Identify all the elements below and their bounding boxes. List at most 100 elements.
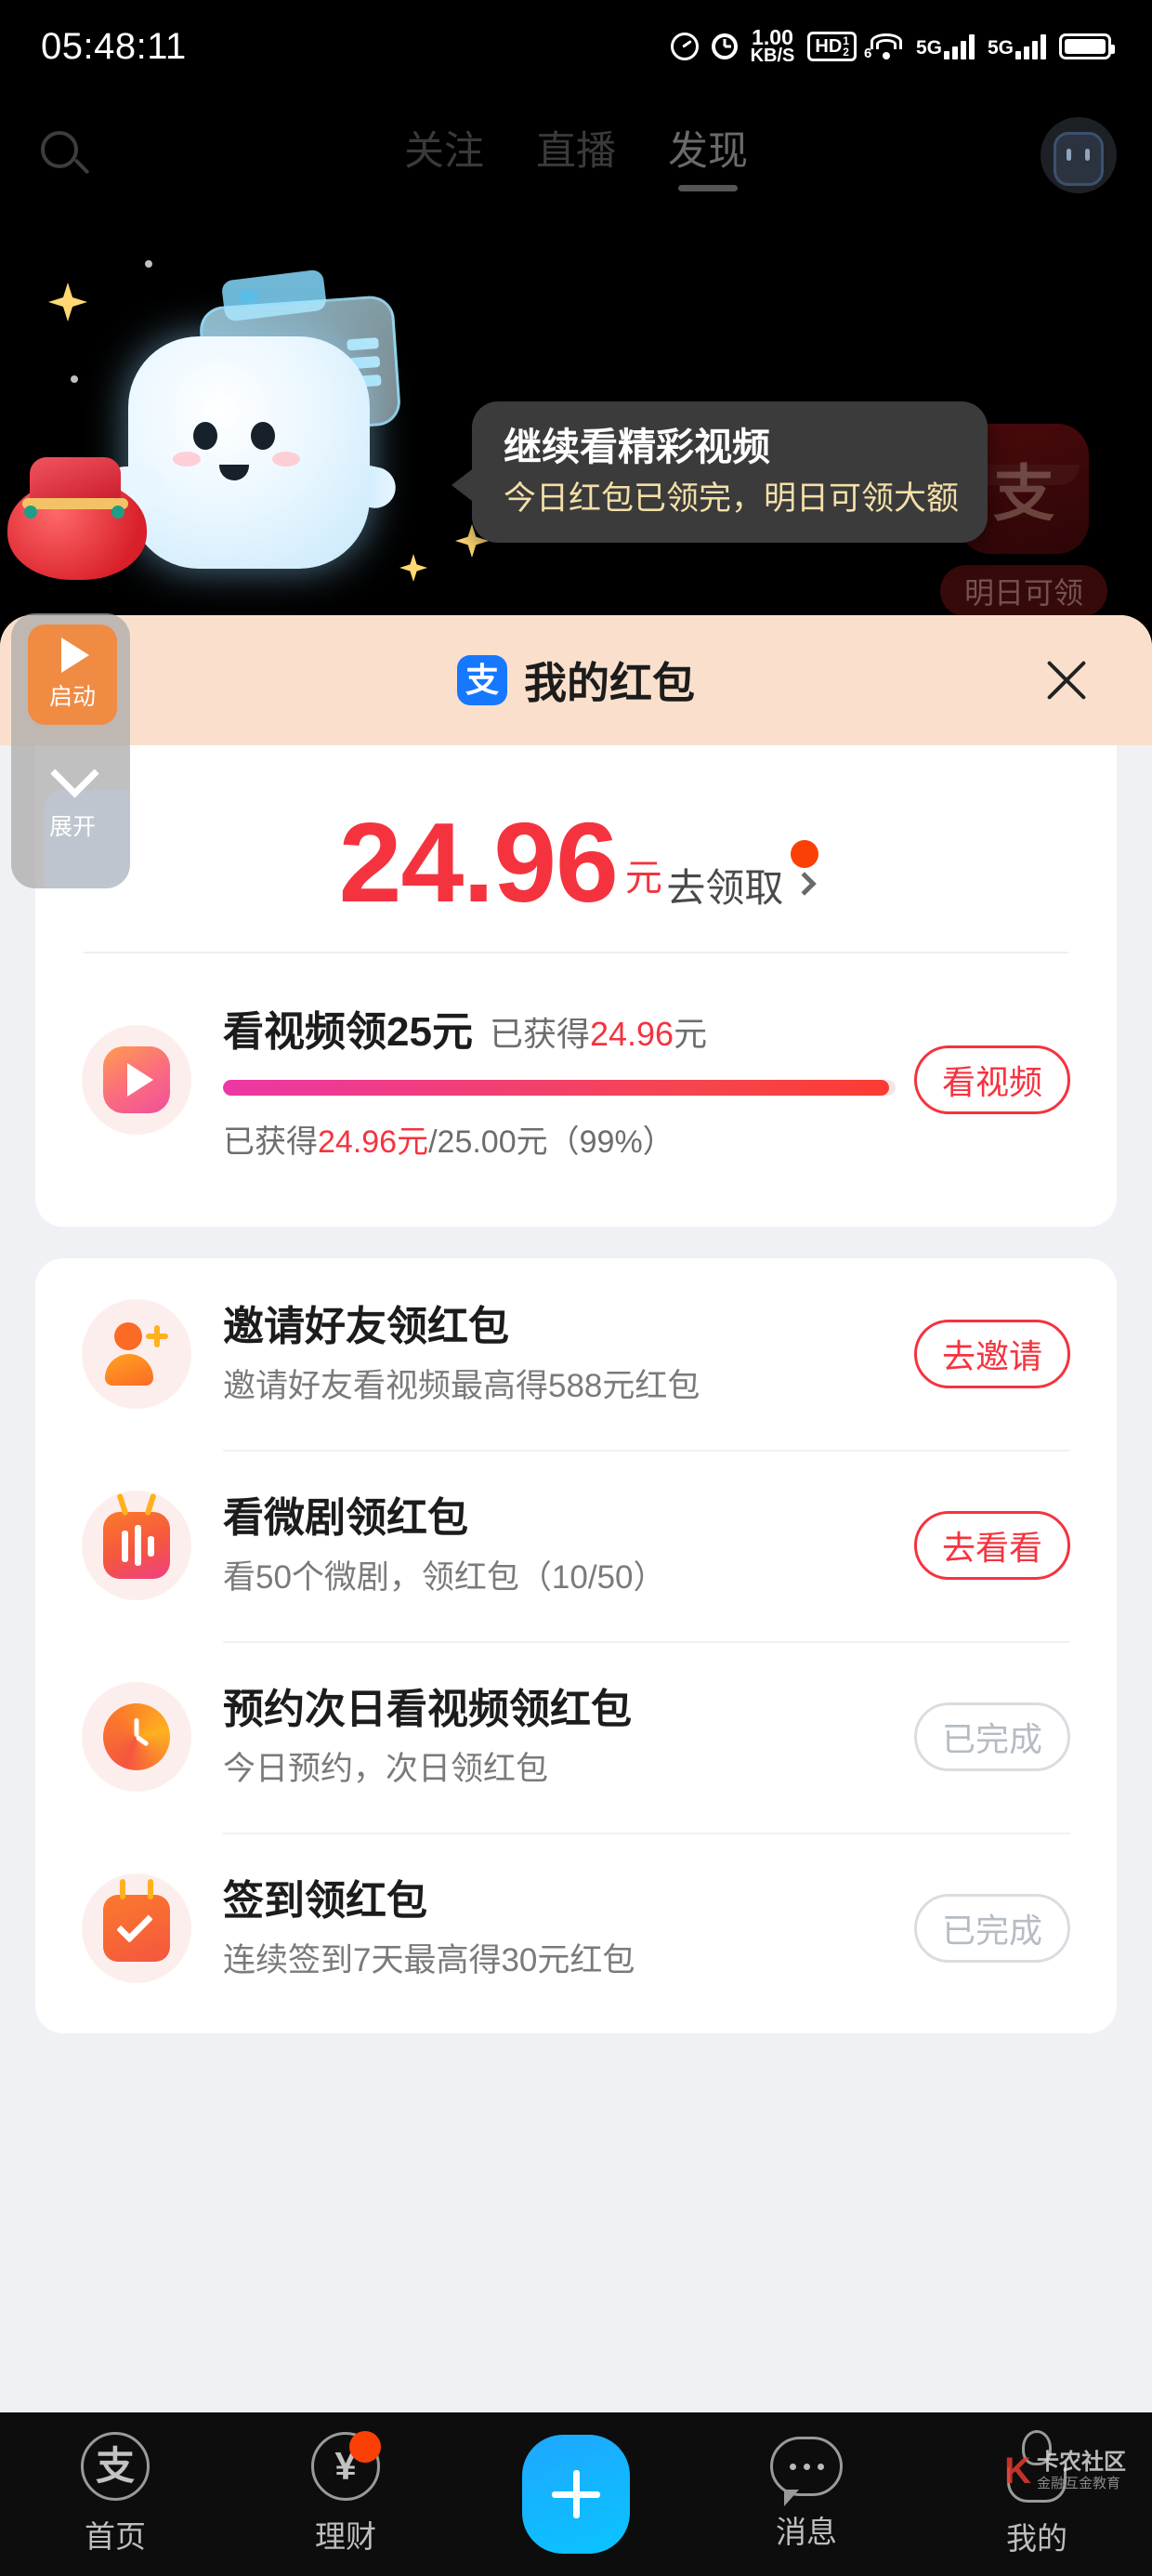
task-title: 预约次日看视频领红包 bbox=[223, 1686, 632, 1732]
balance-unit: 元 bbox=[624, 858, 662, 900]
sheet-body: 24.96 元 去领取 看视频领25元 已获得24.96元 已获得24.96元/… bbox=[0, 745, 1152, 2034]
task-list-card: 邀请好友领红包 邀请好友看视频最高得588元红包 去邀请 看微剧领红包 看50个… bbox=[35, 1258, 1117, 2034]
nav-label-finance: 理财 bbox=[315, 2519, 376, 2554]
task-content: 邀请好友领红包 邀请好友看视频最高得588元红包 bbox=[223, 1303, 896, 1406]
redpacket-sheet: 支 我的红包 24.96 元 去领取 看视频领25元 已获得24.96元 已获得… bbox=[0, 615, 1152, 2576]
watermark-name: 卡农社区 bbox=[1037, 2450, 1126, 2475]
status-time: 05:48:11 bbox=[41, 25, 187, 67]
nav-label-home: 首页 bbox=[85, 2519, 146, 2554]
network-speed-indicator: 1.00 KB/S bbox=[750, 24, 795, 67]
page-title: 我的红包 bbox=[524, 659, 695, 707]
home-glyph: 支 bbox=[95, 2444, 135, 2488]
invite-button[interactable]: 去邀请 bbox=[914, 1320, 1070, 1389]
avatar[interactable] bbox=[1041, 117, 1117, 193]
divider bbox=[223, 1450, 1070, 1452]
alipay-icon: 支 bbox=[457, 655, 507, 705]
alarm-icon bbox=[711, 33, 738, 59]
hd-sub: 2 bbox=[843, 46, 849, 59]
invite-friend-icon bbox=[82, 1299, 191, 1410]
money-bag-icon bbox=[7, 450, 147, 580]
balance-value: 24.96 bbox=[338, 799, 619, 926]
alipay-glyph: 支 bbox=[465, 661, 499, 699]
watermark-tagline: 金融互金教育 bbox=[1037, 2476, 1121, 2491]
claim-label: 去领取 bbox=[666, 866, 784, 910]
nav-item-create[interactable] bbox=[492, 2435, 660, 2554]
bottom-navigation: 支 首页 ¥ 理财 消息 我的 bbox=[0, 2412, 1152, 2576]
expand-button[interactable]: 展开 bbox=[28, 753, 117, 842]
alipay-home-icon: 支 bbox=[81, 2432, 150, 2501]
tooltip-bubble[interactable]: 继续看精彩视频 今日红包已领完，明日可领大额 bbox=[452, 401, 988, 543]
status-badge bbox=[349, 2431, 381, 2463]
feed-tabs: 关注 直播 发现 bbox=[0, 119, 1152, 191]
status-icons: 1.00 KB/S HD 1 2 6 5G 5G bbox=[670, 24, 1115, 67]
divider bbox=[223, 1833, 1070, 1835]
tab-discover[interactable]: 发现 bbox=[668, 119, 748, 191]
task-row-drama: 看微剧领红包 看50个微剧，领红包（10/50） 去看看 bbox=[35, 1450, 1117, 1641]
progress-bar bbox=[223, 1080, 896, 1097]
reserve-done-button: 已完成 bbox=[914, 1702, 1070, 1772]
task-title: 邀请好友领红包 bbox=[223, 1303, 509, 1349]
balance-section: 24.96 元 去领取 bbox=[35, 799, 1117, 926]
wifi-generation: 6 bbox=[863, 46, 872, 61]
hd-label: HD bbox=[815, 36, 843, 57]
nav-label-profile: 我的 bbox=[1006, 2521, 1067, 2556]
tab-follow[interactable]: 关注 bbox=[404, 119, 484, 191]
nav-label-messages: 消息 bbox=[776, 2515, 837, 2549]
expand-label: 展开 bbox=[48, 814, 96, 840]
nav-item-home[interactable]: 支 首页 bbox=[32, 2432, 199, 2556]
redpacket-label: 明日可领 bbox=[940, 565, 1107, 617]
video-task-content: 看视频领25元 已获得24.96元 已获得24.96元/25.00元（99%） bbox=[223, 998, 896, 1162]
task-row-checkin: 签到领红包 连续签到7天最高得30元红包 已完成 bbox=[35, 1833, 1117, 2024]
task-title: 看微剧领红包 bbox=[223, 1494, 468, 1541]
task-content: 签到领红包 连续签到7天最高得30元红包 bbox=[223, 1877, 896, 1980]
watch-video-button[interactable]: 看视频 bbox=[914, 1045, 1070, 1115]
start-label: 启动 bbox=[48, 684, 96, 710]
signal-icon: 5G bbox=[987, 33, 1046, 59]
video-task-row: 看视频领25元 已获得24.96元 已获得24.96元/25.00元（99%） … bbox=[35, 953, 1117, 1189]
signal-icon: 5G bbox=[915, 33, 975, 59]
top-navigation: 关注 直播 发现 bbox=[0, 100, 1152, 210]
task-subtitle: 看50个微剧，领红包（10/50） bbox=[223, 1558, 666, 1596]
yuan-finance-icon: ¥ bbox=[311, 2431, 381, 2501]
progress-bar-fill bbox=[223, 1080, 889, 1097]
video-task-title: 看视频领25元 bbox=[223, 1009, 473, 1056]
tooltip-subtitle: 今日红包已领完，明日可领大额 bbox=[504, 480, 960, 518]
task-content: 看微剧领红包 看50个微剧，领红包（10/50） bbox=[223, 1494, 896, 1597]
start-button[interactable]: 启动 bbox=[28, 624, 117, 725]
sparkle-dot bbox=[145, 260, 152, 268]
task-title: 签到领红包 bbox=[223, 1877, 427, 1924]
network-speed-unit: KB/S bbox=[750, 46, 795, 67]
nav-item-finance[interactable]: ¥ 理财 bbox=[262, 2431, 429, 2556]
task-subtitle: 今日预约，次日领红包 bbox=[223, 1750, 549, 1787]
chevron-down-icon bbox=[52, 753, 93, 794]
sim1-network-label: 5G bbox=[915, 36, 942, 59]
balance-amount: 24.96 元 bbox=[338, 799, 662, 926]
hd-icon: HD 1 2 bbox=[807, 32, 857, 61]
tab-live[interactable]: 直播 bbox=[536, 119, 616, 191]
wifi-icon: 6 bbox=[864, 33, 903, 61]
balance-card: 24.96 元 去领取 看视频领25元 已获得24.96元 已获得24.96元/… bbox=[35, 745, 1117, 1228]
watermark: K 卡农社区 金融互金教育 bbox=[1004, 2451, 1126, 2491]
watermark-mark: K bbox=[1004, 2451, 1031, 2491]
calendar-check-icon bbox=[82, 1873, 191, 1984]
speedometer-icon bbox=[670, 33, 699, 60]
task-row-invite: 邀请好友领红包 邀请好友看视频最高得588元红包 去邀请 bbox=[35, 1258, 1117, 1450]
floating-automation-widget[interactable]: 启动 展开 bbox=[11, 613, 130, 888]
task-row-reserve: 预约次日看视频领红包 今日预约，次日领红包 已完成 bbox=[35, 1641, 1117, 1833]
sheet-header: 支 我的红包 bbox=[0, 615, 1152, 745]
phone-screen: 05:48:11 1.00 KB/S HD 1 2 6 5G 5G 关注 直播 … bbox=[0, 0, 1152, 2576]
claim-link[interactable]: 去领取 bbox=[666, 840, 819, 913]
short-drama-icon bbox=[82, 1491, 191, 1601]
redpacket-glyph: 支 bbox=[993, 459, 1054, 528]
battery-icon bbox=[1059, 33, 1115, 59]
task-content: 预约次日看视频领红包 今日预约，次日领红包 bbox=[223, 1686, 896, 1789]
watch-drama-button[interactable]: 去看看 bbox=[914, 1511, 1070, 1581]
video-task-progress-text: 已获得24.96元/25.00元（99%） bbox=[223, 1124, 674, 1161]
sim2-network-label: 5G bbox=[987, 36, 1014, 59]
close-icon[interactable] bbox=[1041, 654, 1093, 706]
play-video-icon bbox=[82, 1025, 191, 1136]
status-bar: 05:48:11 1.00 KB/S HD 1 2 6 5G 5G bbox=[0, 0, 1152, 93]
nav-item-messages[interactable]: 消息 bbox=[723, 2437, 890, 2552]
network-speed-value: 1.00 bbox=[752, 24, 793, 49]
task-subtitle: 连续签到7天最高得30元红包 bbox=[223, 1941, 635, 1978]
